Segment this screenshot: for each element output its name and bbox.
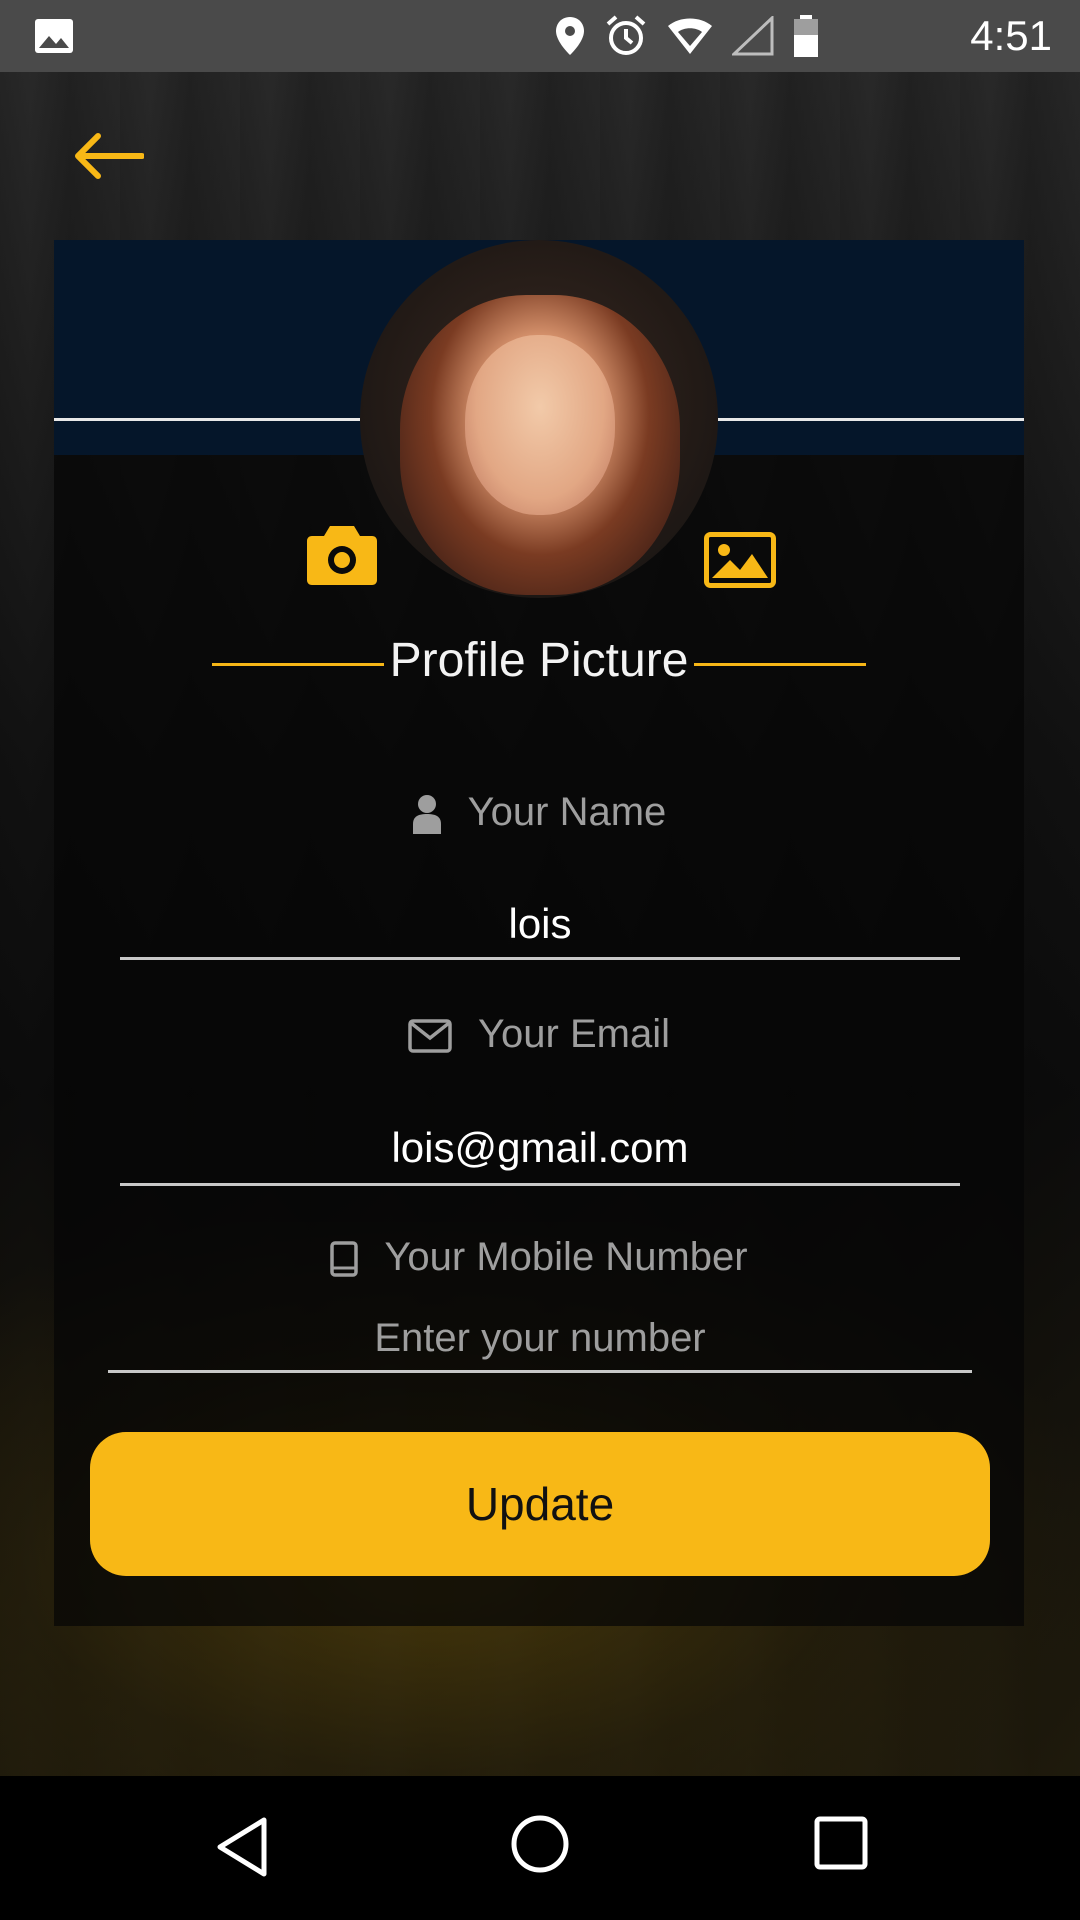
gallery-icon: [35, 19, 73, 53]
location-icon: [556, 17, 584, 55]
home-icon[interactable]: [510, 1814, 570, 1874]
email-label: Your Email: [478, 1012, 670, 1056]
mobile-label-row: Your Mobile Number: [54, 1235, 1024, 1280]
alarm-icon: [606, 15, 646, 55]
image-icon[interactable]: [704, 532, 776, 588]
email-label-row: Your Email: [54, 1012, 1024, 1057]
recents-icon[interactable]: [814, 1816, 868, 1870]
header-line-right: [718, 418, 1024, 421]
avatar-face: [465, 335, 615, 515]
mobile-input[interactable]: Enter your number: [108, 1316, 972, 1373]
envelope-icon: [408, 1019, 452, 1054]
user-icon: [412, 795, 441, 835]
signal-icon: [732, 16, 774, 56]
profile-picture-title: Profile Picture: [389, 634, 689, 687]
camera-icon[interactable]: [306, 524, 378, 586]
status-time: 4:51: [970, 12, 1052, 59]
back-arrow-icon[interactable]: [72, 130, 144, 182]
mobile-label: Your Mobile Number: [384, 1235, 748, 1279]
avatar[interactable]: [360, 240, 718, 598]
name-label-row: Your Name: [54, 790, 1024, 835]
header-line-left: [54, 418, 360, 421]
profile-picture-heading: Profile Picture: [54, 633, 1024, 693]
email-input[interactable]: lois@gmail.com: [120, 1124, 960, 1186]
wifi-icon: [668, 18, 712, 54]
battery-icon: [794, 15, 818, 57]
profile-card: Profile Picture Your Name lois Your Emai…: [54, 240, 1024, 1626]
update-button[interactable]: Update: [90, 1432, 990, 1576]
name-input[interactable]: lois: [120, 900, 960, 960]
status-bar: 4:51: [0, 0, 1080, 72]
navigation-bar: [0, 1776, 1080, 1920]
phone-icon: [330, 1241, 359, 1278]
name-label: Your Name: [467, 790, 667, 834]
back-icon[interactable]: [214, 1816, 270, 1878]
